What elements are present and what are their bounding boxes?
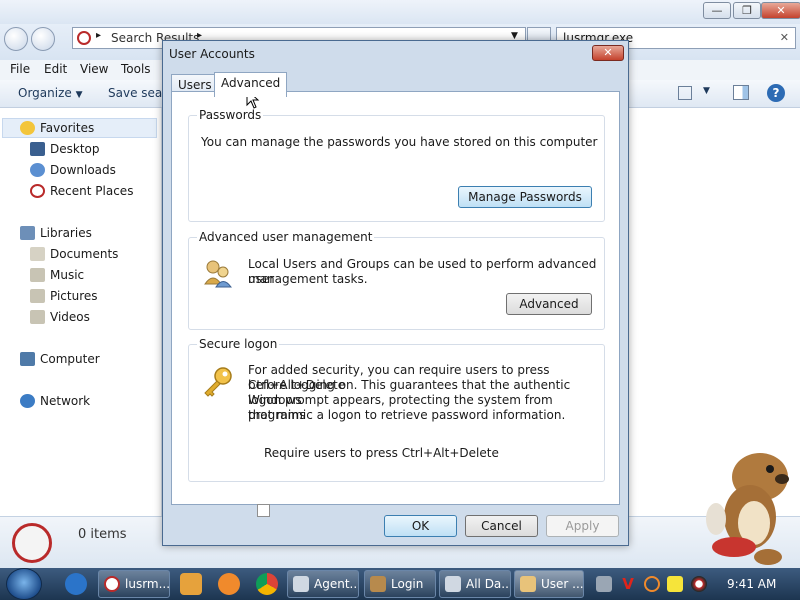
media-player-icon[interactable] — [180, 573, 202, 595]
advanced-tab-panel: Passwords You can manage the passwords y… — [171, 91, 620, 517]
secure-logon-group: Secure logon For added security, you can… — [188, 337, 605, 482]
advanced-button[interactable]: Advanced — [506, 293, 592, 315]
documents-icon — [30, 247, 45, 261]
advanced-user-management-title: Advanced user management — [197, 230, 375, 244]
passwords-group: Passwords You can manage the passwords y… — [188, 108, 605, 222]
apply-button[interactable]: Apply — [546, 515, 619, 537]
network-icon — [20, 394, 35, 408]
nav-desktop-label: Desktop — [50, 142, 100, 156]
close-button[interactable]: ✕ — [761, 2, 800, 19]
dialog-footer: OK Cancel Apply — [163, 505, 628, 545]
notification-icon[interactable] — [667, 576, 683, 592]
internet-explorer-icon[interactable] — [65, 573, 87, 595]
search-results-icon — [77, 31, 91, 45]
desktop-icon — [30, 142, 45, 156]
menu-edit[interactable]: Edit — [44, 62, 67, 76]
taskbar-task-agent[interactable]: Agent... — [287, 570, 359, 598]
star-icon — [20, 121, 35, 135]
nav-downloads-label: Downloads — [50, 163, 116, 177]
menu-view[interactable]: View — [80, 62, 108, 76]
dialog-close-button[interactable]: ✕ — [592, 45, 624, 61]
app-icon — [370, 576, 386, 592]
users-icon — [520, 576, 536, 592]
nav-videos-label: Videos — [50, 310, 90, 324]
taskbar: lusrm... Agent... Login All Da... User .… — [0, 568, 800, 600]
search-tray-icon[interactable] — [644, 576, 660, 592]
window-icon — [445, 576, 461, 592]
downloads-icon — [30, 163, 45, 177]
music-icon — [30, 268, 45, 282]
taskbar-task-login[interactable]: Login — [364, 570, 436, 598]
nav-recent-places-label: Recent Places — [50, 184, 134, 198]
ok-button[interactable]: OK — [384, 515, 457, 537]
videos-icon — [30, 310, 45, 324]
menu-tools[interactable]: Tools — [121, 62, 151, 76]
dialog-title: User Accounts — [169, 47, 255, 61]
chevron-down-icon[interactable]: ▼ — [703, 86, 710, 96]
nav-network-label: Network — [40, 394, 91, 408]
advanced-user-management-group: Advanced user management Local Users and… — [188, 230, 605, 330]
nav-documents-label: Documents — [50, 247, 119, 261]
navigation-pane: Favorites Desktop Downloads Recent Place… — [0, 108, 162, 516]
recent-places-icon — [30, 184, 45, 198]
task-label: lusrm... — [125, 577, 170, 591]
passwords-description: You can manage the passwords you have st… — [201, 135, 598, 149]
task-label: Login — [391, 577, 424, 591]
explorer-titlebar: — ❐ ✕ — [0, 0, 800, 24]
view-options-icon[interactable] — [678, 86, 692, 100]
maximize-button[interactable]: ❐ — [733, 2, 761, 19]
nav-music-label: Music — [50, 268, 85, 282]
gopher-mascot-image — [698, 447, 800, 573]
task-label: All Da... — [466, 577, 511, 591]
user-accounts-dialog: User Accounts ✕ Users Advanced Passwords… — [162, 40, 629, 546]
search-results-icon — [12, 523, 52, 563]
preview-pane-icon[interactable] — [733, 85, 749, 100]
tab-advanced[interactable]: Advanced — [214, 72, 288, 97]
status-item-count: 0 items — [78, 527, 127, 542]
passwords-group-title: Passwords — [197, 108, 264, 122]
advanced-mgmt-text-line2: management tasks. — [248, 272, 368, 286]
menu-file[interactable]: File — [10, 62, 30, 76]
nav-favorites-label: Favorites — [40, 121, 95, 135]
antivirus-icon[interactable]: V — [620, 576, 636, 592]
task-label: User ... — [541, 577, 584, 591]
window-icon — [293, 576, 309, 592]
manage-passwords-button[interactable]: Manage Passwords — [458, 186, 592, 208]
nav-computer-label: Computer — [40, 352, 100, 366]
key-icon — [201, 365, 235, 399]
libraries-icon — [20, 226, 35, 240]
taskbar-task-all-data[interactable]: All Da... — [439, 570, 511, 598]
pictures-icon — [30, 289, 45, 303]
volume-icon[interactable] — [691, 576, 707, 592]
taskbar-task-lusrmgr[interactable]: lusrm... — [98, 570, 170, 598]
task-label: Agent... — [314, 577, 359, 591]
start-button[interactable] — [6, 568, 42, 600]
organize-button[interactable]: Organize ▼ — [18, 86, 83, 100]
minimize-button[interactable]: — — [703, 2, 731, 19]
clock[interactable]: 9:41 AM — [727, 577, 776, 591]
organize-label: Organize — [18, 86, 72, 100]
search-results-icon — [104, 576, 120, 592]
secure-logon-line4: that mimic a logon to retrieve password … — [248, 408, 566, 422]
computer-icon — [20, 352, 35, 366]
nav-pictures-label: Pictures — [50, 289, 98, 303]
users-group-icon — [203, 258, 233, 288]
forward-button[interactable] — [31, 27, 55, 51]
chrome-icon[interactable] — [256, 573, 278, 595]
tray-icon[interactable] — [596, 576, 612, 592]
taskbar-task-user-accounts[interactable]: User ... — [514, 570, 584, 598]
nav-libraries-label: Libraries — [40, 226, 92, 240]
secure-logon-title: Secure logon — [197, 337, 280, 351]
back-button[interactable] — [4, 27, 28, 51]
clear-search-icon[interactable]: ✕ — [780, 31, 789, 44]
app-icon[interactable] — [218, 573, 240, 595]
chevron-down-icon: ▼ — [75, 90, 83, 100]
ctrl-alt-delete-label[interactable]: Require users to press Ctrl+Alt+Delete — [264, 446, 499, 461]
breadcrumb-arrow-icon: ▸ — [96, 30, 102, 41]
help-icon[interactable]: ? — [767, 84, 785, 102]
cancel-button[interactable]: Cancel — [465, 515, 538, 537]
